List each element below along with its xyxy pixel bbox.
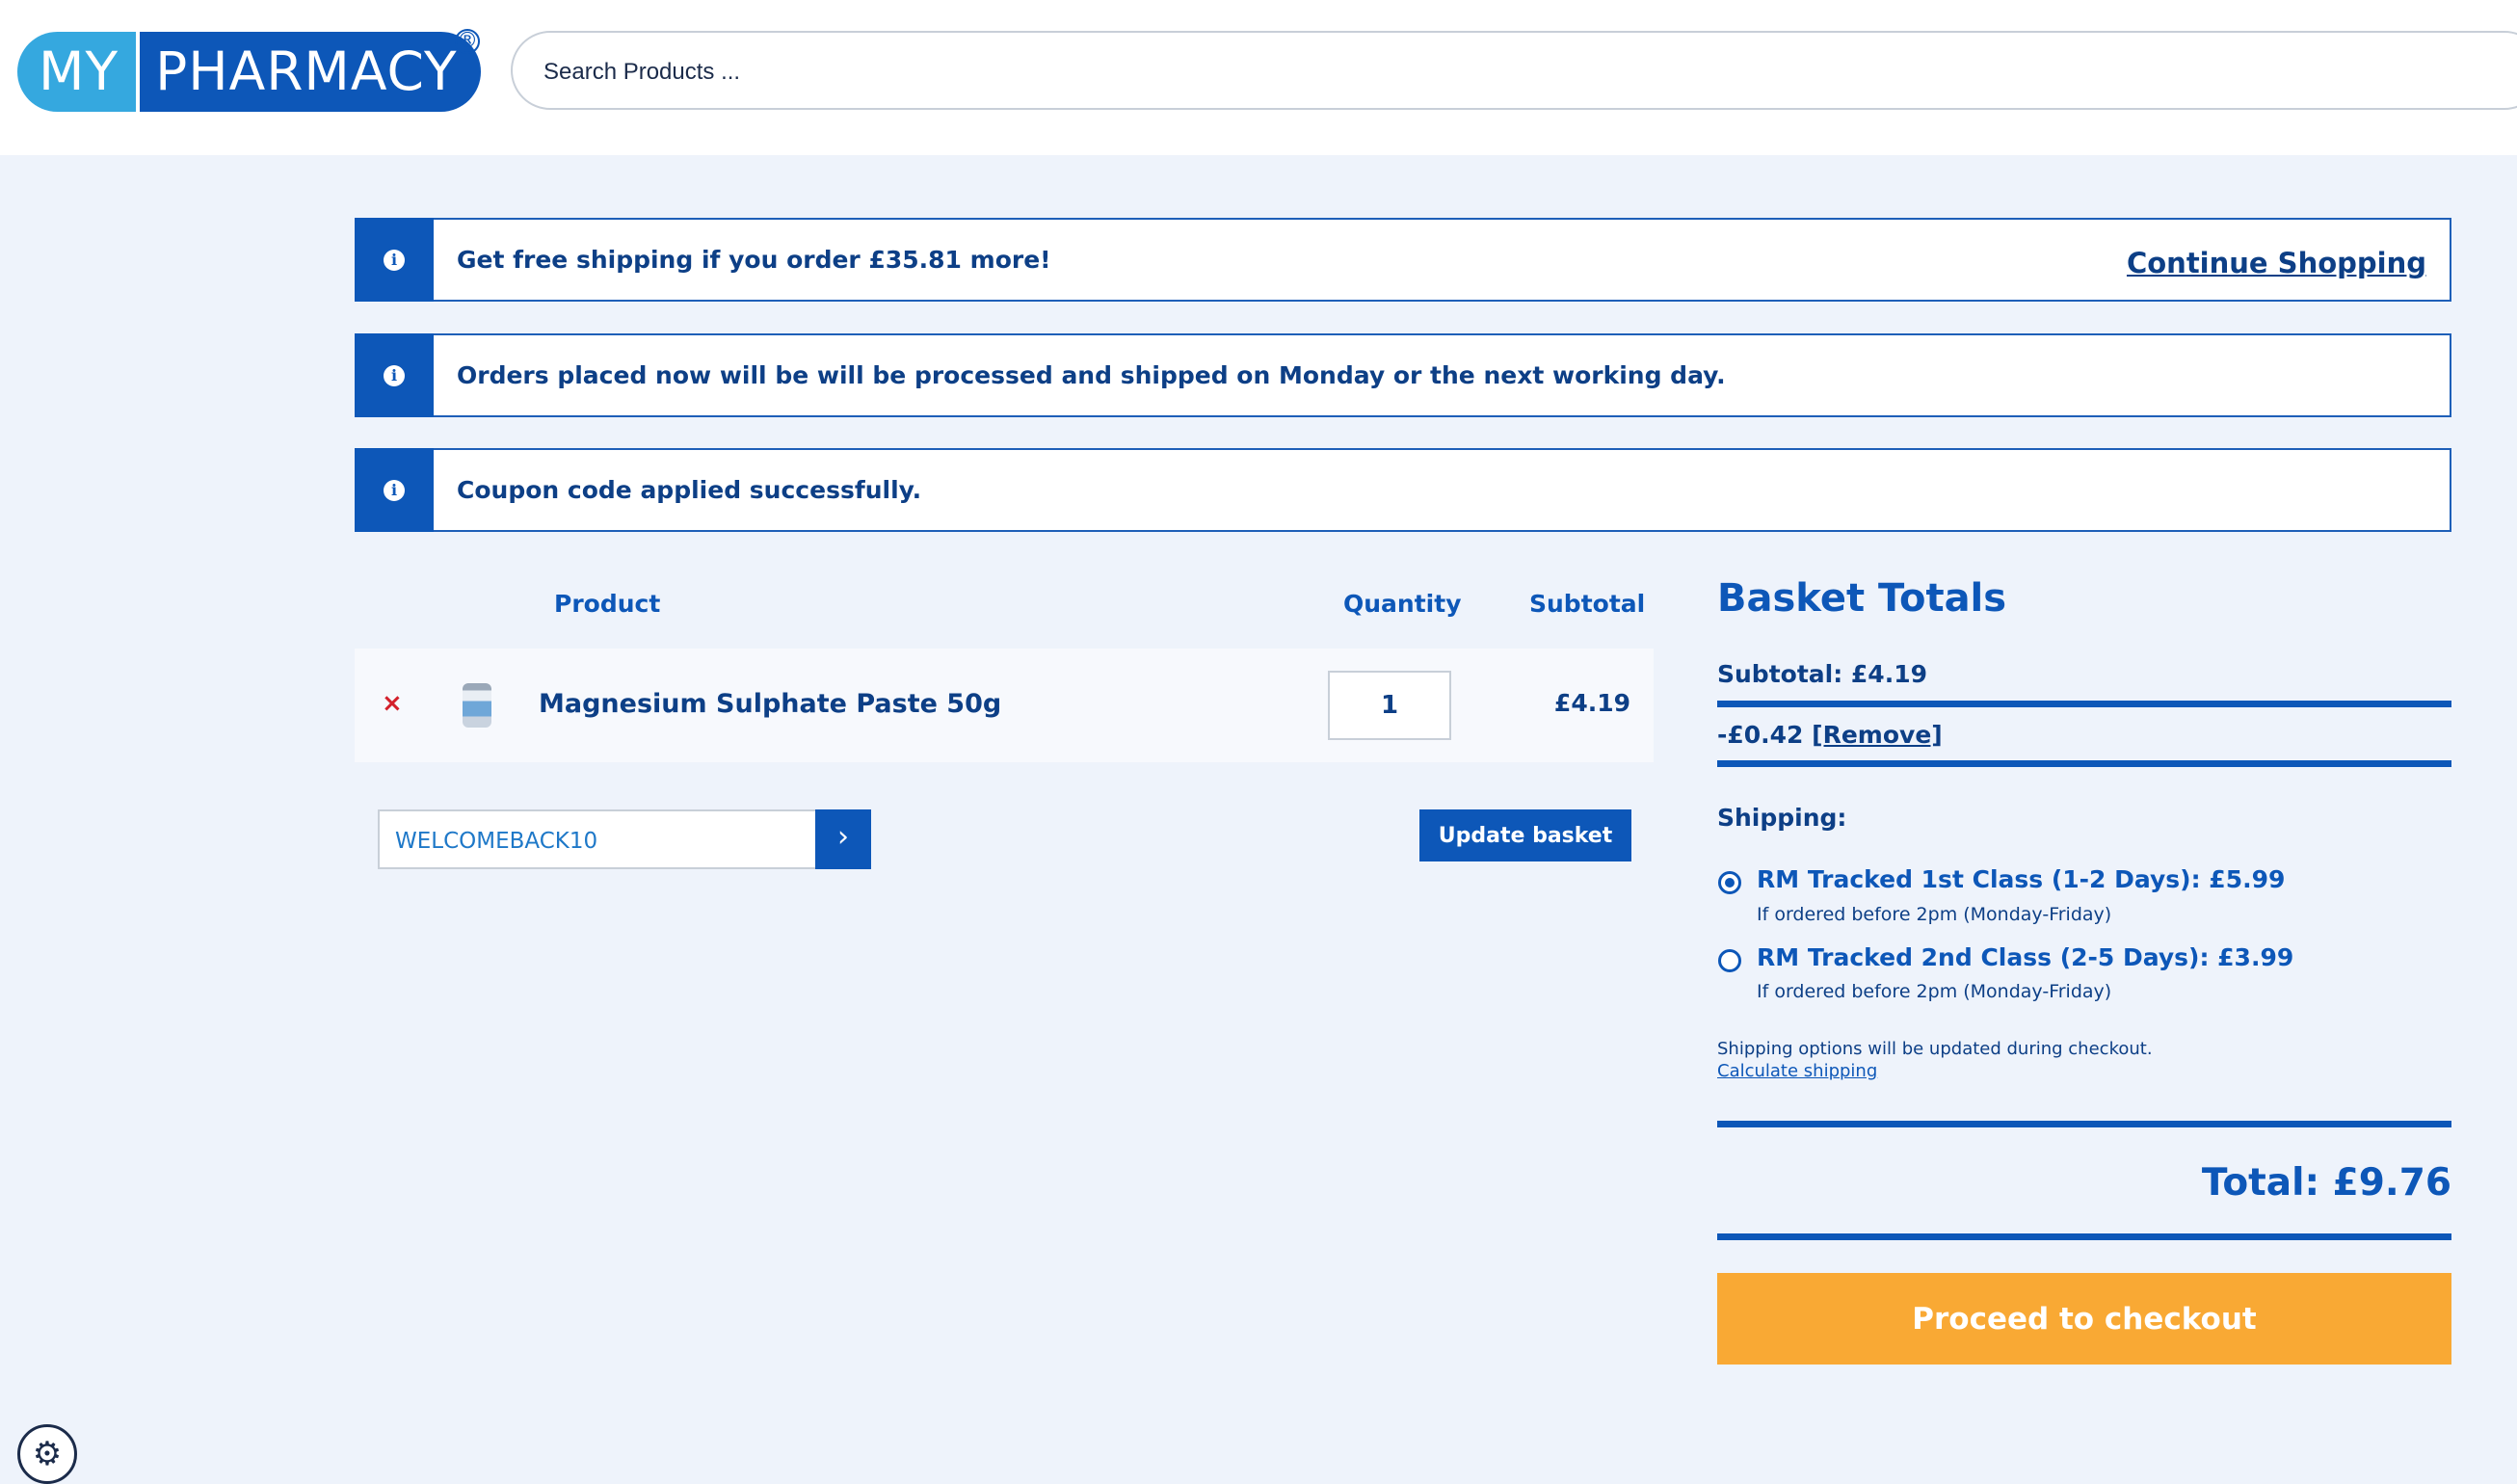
divider (1717, 701, 2451, 707)
coupon-applied-notice: i Coupon code applied successfully. (355, 448, 2451, 532)
column-header-subtotal: Subtotal (1529, 590, 1646, 618)
logo-pharmacy: PHARMACY (136, 32, 481, 112)
gear-icon[interactable]: ⚙ (17, 1424, 77, 1484)
update-basket-button[interactable]: Update basket (1419, 809, 1631, 861)
search-input[interactable] (542, 54, 2280, 91)
shipping-update-note: Shipping options will be updated during … (1717, 1039, 2153, 1059)
continue-shopping-link[interactable]: Continue Shopping (2127, 220, 2426, 306)
column-header-quantity: Quantity (1343, 590, 1462, 618)
info-icon: i (355, 218, 434, 302)
cart-item-row: × Magnesium Sulphate Paste 50g £4.19 (355, 649, 1654, 762)
coupon-field[interactable]: › (378, 809, 871, 869)
info-icon: i (355, 333, 434, 417)
divider (1717, 760, 2451, 767)
remove-coupon-link[interactable]: [Remove] (1812, 721, 1943, 749)
search-bar[interactable] (511, 31, 2517, 110)
divider (1717, 1121, 2451, 1127)
shipping-option-2nd-class-radio[interactable] (1718, 949, 1741, 972)
shipping-option-note: If ordered before 2pm (Monday-Friday) (1757, 981, 2112, 1002)
product-thumbnail[interactable] (463, 683, 491, 728)
registered-mark: ® (455, 29, 480, 54)
notice-text: Coupon code applied successfully. (457, 476, 922, 504)
info-icon: i (355, 448, 434, 532)
product-name[interactable]: Magnesium Sulphate Paste 50g (539, 689, 1001, 719)
shipping-schedule-notice: i Orders placed now will be will be proc… (355, 333, 2451, 417)
coupon-input[interactable] (393, 825, 802, 858)
divider (1717, 1233, 2451, 1240)
quantity-input[interactable] (1328, 671, 1451, 740)
discount-amount: -£0.42 (1717, 721, 1804, 749)
basket-subtotal: Subtotal: £4.19 (1717, 660, 1927, 688)
shipping-option-note: If ordered before 2pm (Monday-Friday) (1757, 904, 2112, 925)
column-header-product: Product (554, 590, 661, 618)
apply-coupon-button[interactable]: › (815, 809, 871, 869)
shipping-option-1st-class-label[interactable]: RM Tracked 1st Class (1-2 Days): £5.99 (1757, 865, 2285, 893)
proceed-to-checkout-button[interactable]: Proceed to checkout (1717, 1273, 2451, 1365)
free-shipping-notice: i Get free shipping if you order £35.81 … (355, 218, 2451, 302)
calculate-shipping-link[interactable]: Calculate shipping (1717, 1061, 1877, 1081)
shipping-option-2nd-class-label[interactable]: RM Tracked 2nd Class (2-5 Days): £3.99 (1757, 943, 2293, 971)
remove-item-icon[interactable]: × (382, 689, 403, 718)
site-logo[interactable]: MY PHARMACY (17, 32, 481, 112)
notice-text: Orders placed now will be will be proces… (457, 361, 1726, 389)
shipping-heading: Shipping: (1717, 804, 1847, 832)
site-header: MY PHARMACY ® (0, 0, 2517, 155)
order-total: Total: £9.76 (2201, 1161, 2451, 1205)
discount-line: -£0.42 [Remove] (1717, 721, 1943, 749)
item-subtotal: £4.19 (1553, 689, 1630, 717)
basket-totals-title: Basket Totals (1717, 576, 2007, 621)
logo-my: MY (17, 32, 137, 112)
notice-text: Get free shipping if you order £35.81 mo… (457, 246, 1051, 274)
shipping-option-1st-class-radio[interactable] (1718, 871, 1741, 894)
